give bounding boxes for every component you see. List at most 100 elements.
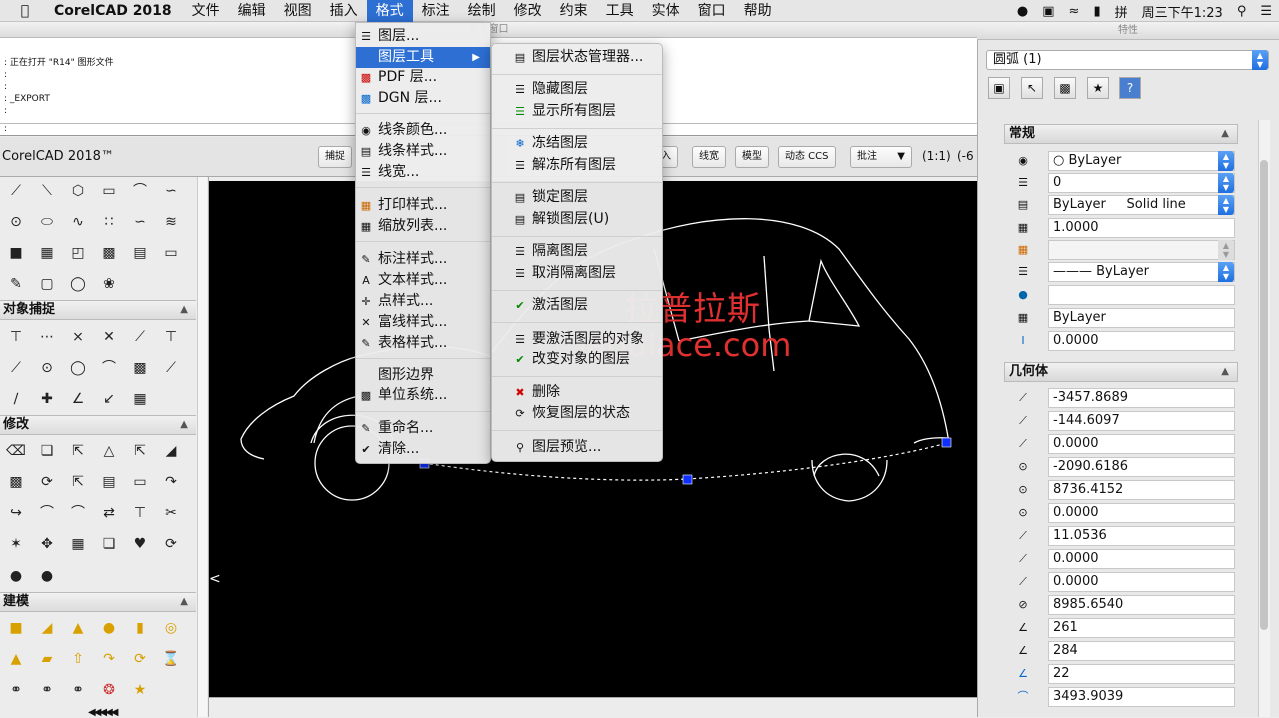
snap-from-icon[interactable]: ↙ <box>99 389 119 409</box>
collapse-icon[interactable]: ▲ <box>1221 363 1229 381</box>
radius-input[interactable]: 8985.6540 <box>1048 595 1235 615</box>
trim-tool-icon[interactable]: ▭ <box>130 472 150 492</box>
canvas-hscrollbar[interactable] <box>209 697 977 717</box>
polyline-tool-icon[interactable]: ⟍ <box>37 181 57 201</box>
apple-icon[interactable]:  <box>14 3 36 19</box>
snap-center-icon[interactable]: ⊙ <box>37 358 57 378</box>
linestyle-select[interactable]: ByLayer Solid line ▲ ▼ <box>1048 195 1235 215</box>
color-select[interactable]: ○ ByLayer ▲ ▼ <box>1048 151 1235 171</box>
break-tool-icon[interactable]: ↪ <box>6 503 26 523</box>
select-objects-button[interactable]: ▣ <box>988 77 1010 99</box>
menu-item-restore-layer-state[interactable]: ⟳ 恢复图层的状态 <box>492 403 662 424</box>
menu-item-line-color[interactable]: ◉ 线条颜色... <box>356 120 490 141</box>
collapse-icon[interactable]: ▲ <box>180 593 188 611</box>
slice-icon[interactable]: ★ <box>130 680 150 700</box>
menu-window[interactable]: 窗口 <box>689 0 735 22</box>
menu-item-dgn-layers[interactable]: ▩ DGN 层... <box>356 88 490 109</box>
explode-tool-icon[interactable]: ✶ <box>6 534 26 554</box>
snap-parallel-icon[interactable]: ∕ <box>6 389 26 409</box>
menu-item-line-style[interactable]: ▤ 线条样式... <box>356 141 490 162</box>
collapse-icon[interactable]: ▲ <box>180 416 188 434</box>
lineweight-select[interactable]: ——— ByLayer ▲ ▼ <box>1048 262 1235 282</box>
search-icon[interactable]: ⚲ <box>1237 4 1247 19</box>
chamfer-tool-icon[interactable]: ⌒ <box>37 503 57 523</box>
app-name[interactable]: CorelCAD 2018 <box>54 3 172 19</box>
snap-intersection-icon[interactable]: ⨯ <box>68 327 88 347</box>
arc-tool-icon[interactable]: ⌒ <box>130 181 150 201</box>
selection-dropdown[interactable]: 圆弧 (1) ▲ ▼ <box>986 50 1269 70</box>
total-angle-input[interactable]: 22 <box>1048 664 1235 684</box>
spline-tool-icon[interactable]: ∿ <box>68 212 88 232</box>
insert-block-tool-icon[interactable]: ◰ <box>68 243 88 263</box>
battery-icon[interactable]: ▮ <box>1093 4 1100 19</box>
menu-item-delete-layer[interactable]: ✖ 删除 <box>492 382 662 403</box>
object-snap-section-header[interactable]: 对象捕捉 ▲ <box>0 300 196 320</box>
menu-item-layer-state-manager[interactable]: ▤ 图层状态管理器... <box>492 47 662 68</box>
list-icon[interactable]: ☰ <box>1260 4 1272 19</box>
lineweight-button[interactable]: 线宽 <box>692 146 726 168</box>
modify-section-header[interactable]: 修改 ▲ <box>0 415 196 435</box>
model-button[interactable]: 模型 <box>735 146 769 168</box>
menu-item-pdf-layers[interactable]: ▩ PDF 层... <box>356 67 490 88</box>
pyramid-solid-icon[interactable]: ▲ <box>6 649 26 669</box>
start-y-input[interactable]: -144.6097 <box>1048 411 1235 431</box>
end-z-input[interactable]: 0.0000 <box>1048 572 1235 592</box>
menu-modify[interactable]: 修改 <box>505 0 551 22</box>
loft-icon[interactable]: ⌛ <box>161 649 181 669</box>
menu-item-isolate-layer[interactable]: ☰ 隔离图层 <box>492 241 662 262</box>
end-y-input[interactable]: 0.0000 <box>1048 549 1235 569</box>
block-tool-icon[interactable]: ■ <box>6 243 26 263</box>
menu-item-dimension-style[interactable]: ✎ 标注样式... <box>356 249 490 270</box>
annotation-select[interactable]: 批注 ▼ <box>850 146 912 168</box>
join-tool-icon[interactable]: ⇄ <box>99 503 119 523</box>
polygon-tool-icon[interactable]: ⬡ <box>68 181 88 201</box>
cone-solid-icon[interactable]: ▲ <box>68 618 88 638</box>
menu-item-layers[interactable]: ☰ 图层... <box>356 26 490 47</box>
menu-constraint[interactable]: 约束 <box>551 0 597 22</box>
link-tool-icon[interactable]: ⟳ <box>161 534 181 554</box>
copy-tool-icon[interactable]: ❏ <box>37 441 57 461</box>
menu-solid[interactable]: 实体 <box>643 0 689 22</box>
toggle-pickadd-icon[interactable]: ★ <box>1087 77 1109 99</box>
center-z-input[interactable]: 0.0000 <box>1048 503 1235 523</box>
menu-tools[interactable]: 工具 <box>597 0 643 22</box>
boundary-tool-icon[interactable]: ▢ <box>37 274 57 294</box>
hatch-tool-icon[interactable]: ≋ <box>161 212 181 232</box>
hatch-pattern-tool-icon[interactable]: ▦ <box>37 243 57 263</box>
menu-item-change-object-layer[interactable]: ✔ 改变对象的图层 <box>492 349 662 370</box>
collapse-icon[interactable]: ▲ <box>180 301 188 319</box>
menu-item-units[interactable]: ▩ 单位系统... <box>356 385 490 406</box>
extend-tool-icon[interactable]: ↷ <box>161 472 181 492</box>
menu-item-layer-tools[interactable]: 图层工具 ▶ <box>356 47 490 68</box>
torus-solid-icon[interactable]: ◎ <box>161 618 181 638</box>
snap-perpendicular-icon[interactable]: ⊤ <box>161 327 181 347</box>
menu-item-layer-preview[interactable]: ⚲ 图层预览... <box>492 437 662 458</box>
toolbox-resize-grip[interactable]: ◀◀◀◀◀ <box>88 707 118 718</box>
menu-item-thaw-all-layers[interactable]: ☰ 解冻所有图层 <box>492 155 662 176</box>
menu-item-unlock-layer[interactable]: ▤ 解锁图层(U) <box>492 209 662 230</box>
start-z-input[interactable]: 0.0000 <box>1048 434 1235 454</box>
end-angle-input[interactable]: 284 <box>1048 641 1235 661</box>
qq-icon[interactable]: ● <box>1017 4 1028 19</box>
menu-edit[interactable]: 编辑 <box>229 0 275 22</box>
menu-item-drawing-limits[interactable]: 图形边界 <box>356 365 490 386</box>
menu-item-show-all-layers[interactable]: ☰ 显示所有图层 <box>492 101 662 122</box>
snap-arc-icon[interactable]: ⌒ <box>99 358 119 378</box>
sweep-icon[interactable]: ↷ <box>99 649 119 669</box>
cloud-tool-icon[interactable]: ❀ <box>99 274 119 294</box>
revision-cloud-tool-icon[interactable]: ✎ <box>6 274 26 294</box>
menu-dimension[interactable]: 标注 <box>413 0 459 22</box>
sphere-solid-icon[interactable]: ● <box>99 618 119 638</box>
menu-item-purge[interactable]: ✔ 清除... <box>356 439 490 460</box>
snap-angle-icon[interactable]: ∠ <box>68 389 88 409</box>
divide-tool-icon[interactable]: ✥ <box>37 534 57 554</box>
cut-tool-icon[interactable]: ✂ <box>161 503 181 523</box>
explode-all-icon[interactable]: ● <box>37 566 57 586</box>
collapse-icon[interactable]: ▲ <box>1221 125 1229 143</box>
snap-perpendicular-2-icon[interactable]: ✚ <box>37 389 57 409</box>
offset-tool-icon[interactable]: ⇱ <box>130 441 150 461</box>
help-icon[interactable]: ? <box>1119 77 1141 99</box>
line-tool-icon[interactable]: ⟋ <box>6 181 26 201</box>
menu-draw[interactable]: 绘制 <box>459 0 505 22</box>
geometry-section-header[interactable]: 几何体 ▲ <box>1004 362 1238 382</box>
